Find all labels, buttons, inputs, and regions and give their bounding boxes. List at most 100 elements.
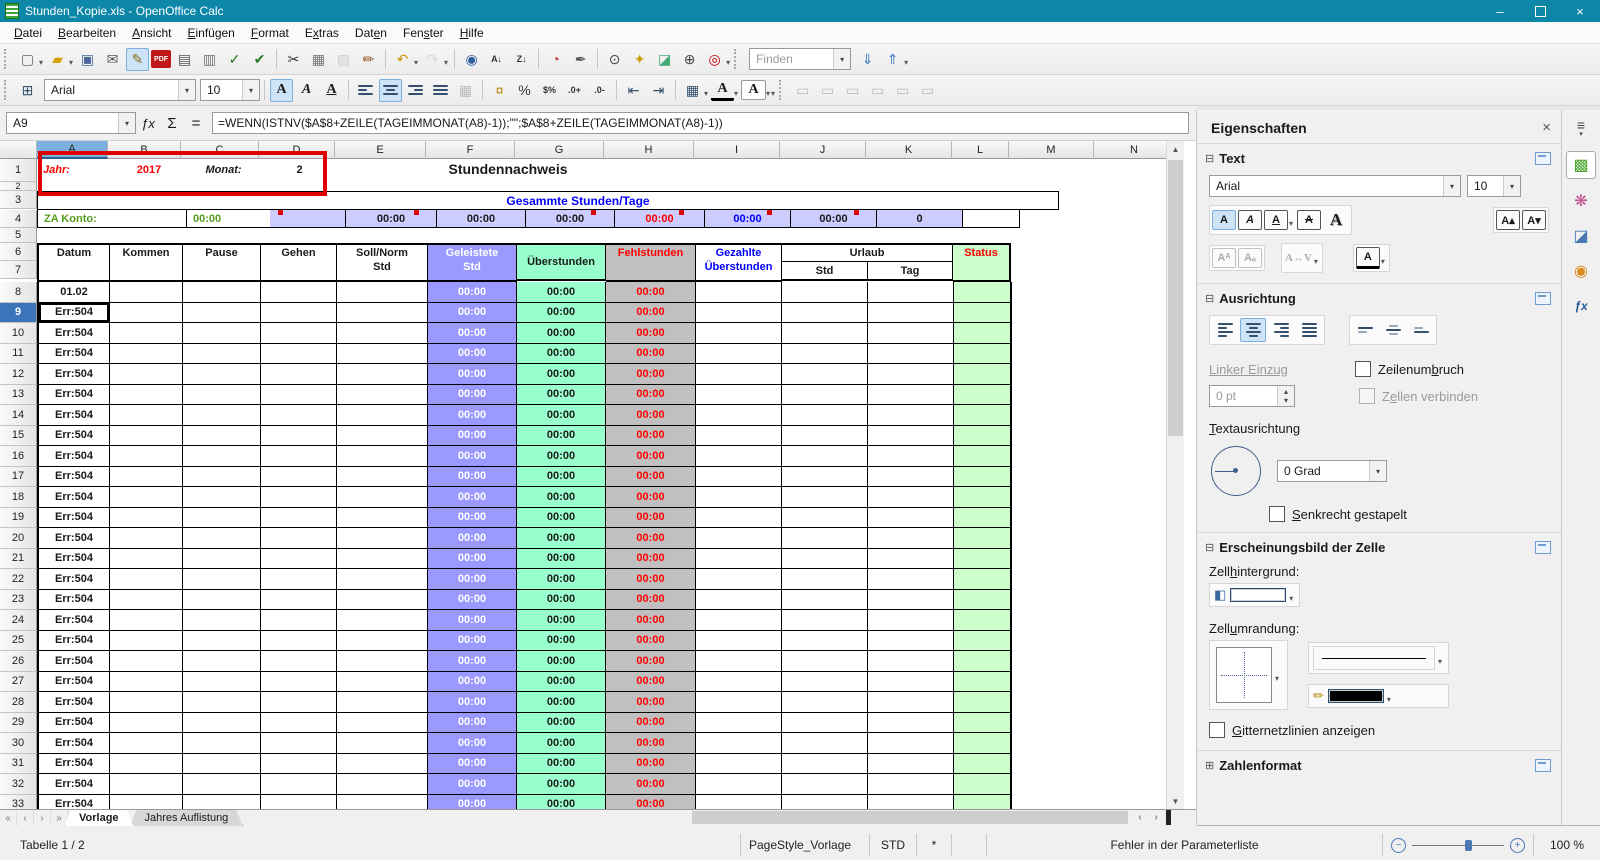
cell-C11[interactable] xyxy=(183,343,261,364)
cell-F26[interactable]: 00:00 xyxy=(428,651,517,672)
cell-G12[interactable]: 00:00 xyxy=(517,364,606,385)
cell-H28[interactable]: 00:00 xyxy=(606,692,696,713)
cell-C19[interactable] xyxy=(183,507,261,528)
cell-D8[interactable] xyxy=(261,282,337,303)
cell-E13[interactable] xyxy=(337,384,428,405)
cell-K23[interactable] xyxy=(868,589,954,610)
cell-H22[interactable]: 00:00 xyxy=(606,569,696,590)
cell-J18[interactable] xyxy=(782,487,868,508)
save-icon[interactable]: ▣ xyxy=(76,48,99,71)
formula-input[interactable]: =WENN(ISTNV($A$8+ZEILE(TAGEIMMONAT(A8)-1… xyxy=(212,112,1189,134)
increase-font-button[interactable]: A▴ xyxy=(1496,210,1520,230)
row-header-31[interactable]: 31 xyxy=(0,753,37,774)
border-dropdown-icon[interactable]: ▾ xyxy=(1275,674,1279,683)
cell-C28[interactable] xyxy=(183,692,261,713)
number-dialog-launcher-icon[interactable] xyxy=(1535,759,1551,772)
cell-A21[interactable]: Err:504 xyxy=(37,548,110,569)
underline-dropdown-icon[interactable]: ▾ xyxy=(1289,219,1293,228)
cell-A16[interactable]: Err:504 xyxy=(37,446,110,467)
sidebar-close-icon[interactable]: × xyxy=(1542,119,1551,136)
row-header-15[interactable]: 15 xyxy=(0,425,37,446)
currency-format-icon[interactable]: ¤ xyxy=(488,79,511,102)
window-split-handle[interactable] xyxy=(1166,810,1171,825)
cell-G4[interactable]: 00:00 xyxy=(526,210,615,228)
cell-I32[interactable] xyxy=(696,774,782,795)
row-header-11[interactable]: 11 xyxy=(0,343,37,364)
text-dialog-launcher-icon[interactable] xyxy=(1535,152,1551,165)
zoom-icon[interactable]: ⊕ xyxy=(678,48,701,71)
gallery-tab-icon[interactable]: ◪ xyxy=(1567,223,1595,249)
expand-section-icon[interactable]: ⊞ xyxy=(1205,759,1214,772)
row-header-25[interactable]: 25 xyxy=(0,630,37,651)
row-header-18[interactable]: 18 xyxy=(0,487,37,508)
cell-A28[interactable]: Err:504 xyxy=(37,692,110,713)
cell-C4[interactable]: 00:00 xyxy=(187,210,270,228)
menu-item-datei[interactable]: Datei xyxy=(6,24,50,42)
cell-A25[interactable]: Err:504 xyxy=(37,630,110,651)
cell-K25[interactable] xyxy=(868,630,954,651)
collapse-section-icon[interactable]: ⊟ xyxy=(1205,541,1214,554)
bold-button[interactable]: A xyxy=(1212,210,1236,230)
cell-K31[interactable] xyxy=(868,753,954,774)
cell-A32[interactable]: Err:504 xyxy=(37,774,110,795)
cell-L9[interactable] xyxy=(954,302,1012,323)
object-align-left-icon[interactable]: ▭ xyxy=(791,79,814,102)
close-button[interactable]: × xyxy=(1560,0,1600,22)
cell-A15[interactable]: Err:504 xyxy=(37,425,110,446)
add-decimal-icon[interactable]: .0+ xyxy=(563,79,586,102)
column-header-F[interactable]: F xyxy=(426,141,515,159)
menu-item-bearbeiten[interactable]: Bearbeiten xyxy=(50,24,124,42)
bold-icon[interactable]: A xyxy=(270,78,293,102)
cell-A26[interactable]: Err:504 xyxy=(37,651,110,672)
cell-D16[interactable] xyxy=(261,446,337,467)
cell-F21[interactable]: 00:00 xyxy=(428,548,517,569)
cell-C8[interactable] xyxy=(183,282,261,303)
cell-F29[interactable]: 00:00 xyxy=(428,712,517,733)
sidebar-font-size-select[interactable]: 10 ▾ xyxy=(1467,175,1521,197)
line-style-dropdown-icon[interactable]: ▾ xyxy=(1438,657,1442,666)
cell-C23[interactable] xyxy=(183,589,261,610)
cell-D23[interactable] xyxy=(261,589,337,610)
spellcheck-icon[interactable]: ✓ xyxy=(223,48,246,71)
cell-G16[interactable]: 00:00 xyxy=(517,446,606,467)
row-header-8[interactable]: 8 xyxy=(0,282,37,303)
cell-I28[interactable] xyxy=(696,692,782,713)
object-align-middle-icon[interactable]: ▭ xyxy=(891,79,914,102)
cell-G29[interactable]: 00:00 xyxy=(517,712,606,733)
cell-K28[interactable] xyxy=(868,692,954,713)
cell-F24[interactable]: 00:00 xyxy=(428,610,517,631)
cell-H8[interactable]: 00:00 xyxy=(606,282,696,303)
styles-tab-icon[interactable]: ❋ xyxy=(1567,188,1595,214)
align-bottom-button[interactable] xyxy=(1408,318,1434,342)
merge-cells-checkbox[interactable]: Zellen verbinden xyxy=(1359,388,1478,404)
shadow-button[interactable]: A xyxy=(1323,208,1349,232)
menu-item-einfügen[interactable]: Einfügen xyxy=(179,24,242,42)
navigator-icon[interactable]: ✦ xyxy=(628,48,651,71)
cell-L27[interactable] xyxy=(954,671,1012,692)
cell-F12[interactable]: 00:00 xyxy=(428,364,517,385)
cell-F13[interactable]: 00:00 xyxy=(428,384,517,405)
cell-J31[interactable] xyxy=(782,753,868,774)
cell-background-button[interactable]: ◧ ▾ xyxy=(1209,583,1301,607)
cell-H13[interactable]: 00:00 xyxy=(606,384,696,405)
cell-I15[interactable] xyxy=(696,425,782,446)
cell-C20[interactable] xyxy=(183,528,261,549)
underline-icon[interactable]: A xyxy=(320,79,343,102)
row-header-30[interactable]: 30 xyxy=(0,733,37,754)
cell-A23[interactable]: Err:504 xyxy=(37,589,110,610)
copy-icon[interactable]: ▦ xyxy=(307,48,330,71)
cell-F23[interactable]: 00:00 xyxy=(428,589,517,610)
menu-item-fenster[interactable]: Fenster xyxy=(395,24,452,42)
cell-D14[interactable] xyxy=(261,405,337,426)
cell-B30[interactable] xyxy=(110,733,183,754)
cell-D31[interactable] xyxy=(261,753,337,774)
cell-H14[interactable]: 00:00 xyxy=(606,405,696,426)
cell-A13[interactable]: Err:504 xyxy=(37,384,110,405)
cell-D13[interactable] xyxy=(261,384,337,405)
cell-B24[interactable] xyxy=(110,610,183,631)
cell-H15[interactable]: 00:00 xyxy=(606,425,696,446)
percent-format-icon[interactable]: % xyxy=(513,79,536,102)
cut-icon[interactable]: ✂ xyxy=(282,48,305,71)
row-header-1[interactable]: 1 xyxy=(0,159,37,182)
cell-J32[interactable] xyxy=(782,774,868,795)
